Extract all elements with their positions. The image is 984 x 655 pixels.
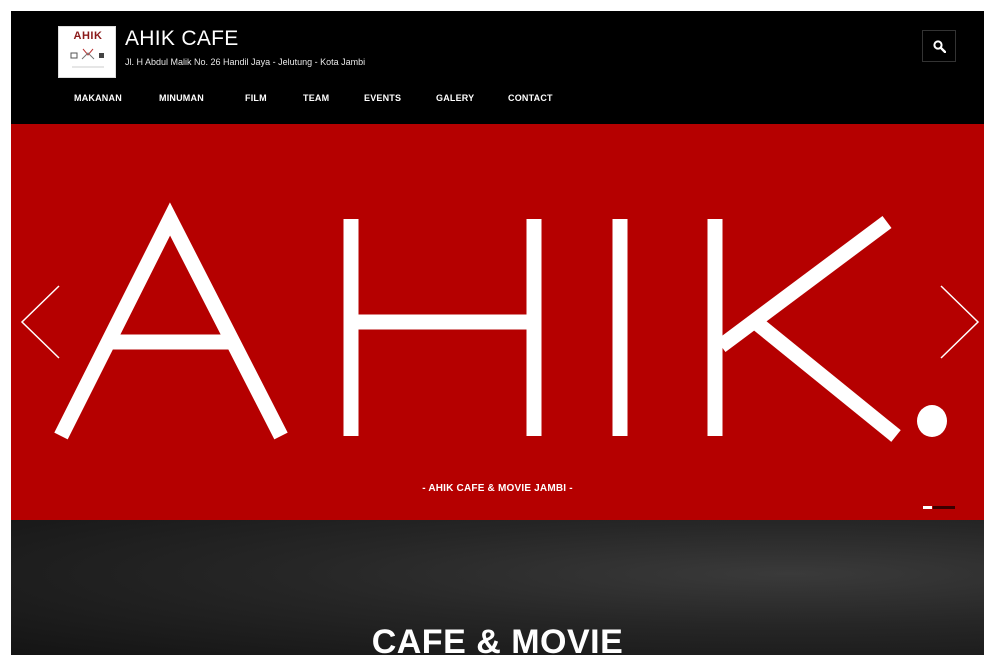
about-section: CAFE & MOVIE — [11, 520, 984, 655]
slider-indicators — [923, 506, 955, 509]
slider-next-button[interactable] — [937, 284, 981, 365]
site-frame: AHIK AHIK CAFE Jl. H Abdul Malik No. 26 … — [11, 11, 984, 655]
hero-caption: - AHIK CAFE & MOVIE JAMBI - — [422, 483, 573, 494]
search-button[interactable] — [922, 30, 956, 62]
site-title[interactable]: AHIK CAFE — [125, 27, 239, 51]
hero-slider: - AHIK CAFE & MOVIE JAMBI - — [11, 124, 984, 520]
site-logo[interactable]: AHIK — [58, 26, 116, 78]
chevron-left-icon — [20, 285, 60, 359]
logo-text: AHIK — [73, 30, 103, 42]
nav-item-makanan[interactable]: MAKANAN — [74, 93, 122, 103]
chevron-right-icon — [940, 285, 980, 359]
nav-item-contact[interactable]: CONTACT — [508, 93, 553, 103]
nav-item-team[interactable]: TEAM — [303, 93, 329, 103]
nav-item-minuman[interactable]: MINUMAN — [159, 93, 204, 103]
section-title: CAFE & MOVIE — [371, 623, 624, 655]
logo-art-icon — [70, 48, 104, 68]
slider-prev-button[interactable] — [19, 284, 63, 365]
site-address: Jl. H Abdul Malik No. 26 Handil Jaya - J… — [125, 57, 366, 67]
search-icon — [933, 40, 946, 53]
slider-indicator-2[interactable] — [933, 506, 955, 509]
nav-item-film[interactable]: FILM — [245, 93, 267, 103]
nav-item-events[interactable]: EVENTS — [364, 93, 401, 103]
slider-indicator-1[interactable] — [923, 506, 932, 509]
site-header: AHIK AHIK CAFE Jl. H Abdul Malik No. 26 … — [11, 11, 984, 124]
nav-item-galery[interactable]: GALERY — [436, 93, 474, 103]
hero-big-text — [54, 202, 947, 442]
